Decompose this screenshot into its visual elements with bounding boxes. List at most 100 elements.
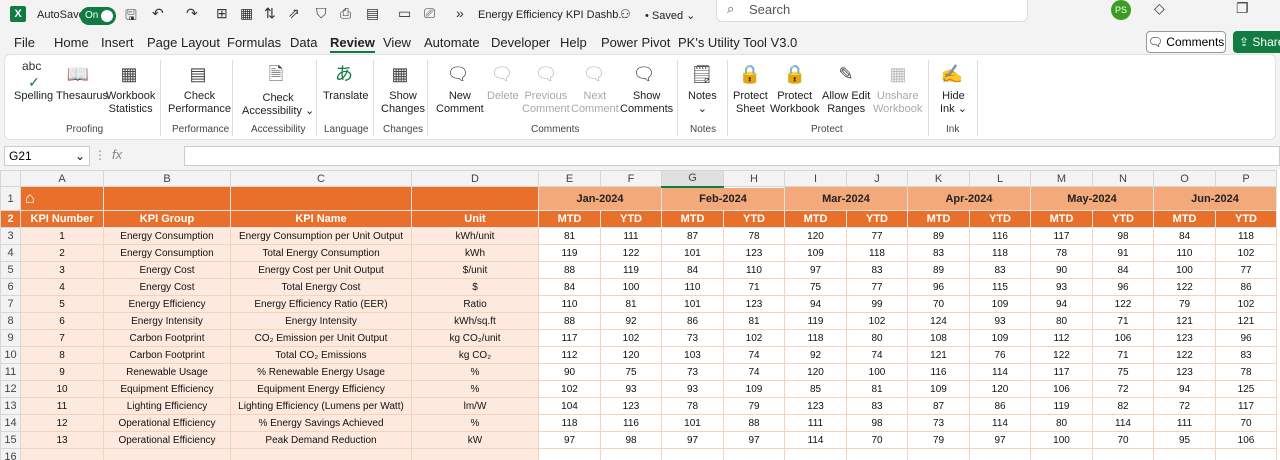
- mtd-cell[interactable]: 123: [784, 397, 847, 415]
- mtd-cell[interactable]: 117: [1030, 227, 1093, 245]
- borders-icon[interactable]: ⊞: [216, 5, 228, 22]
- kpi-name-cell[interactable]: Total Energy Cost: [230, 278, 412, 296]
- ytd-cell[interactable]: 74: [723, 363, 785, 381]
- row-header-4[interactable]: 4: [0, 244, 21, 262]
- ytd-cell[interactable]: 76: [969, 346, 1031, 364]
- mtd-cell[interactable]: 73: [907, 414, 970, 432]
- mtd-cell[interactable]: 121: [907, 346, 970, 364]
- table-icon[interactable]: ▦: [240, 5, 253, 22]
- mtd-cell[interactable]: 110: [538, 295, 601, 313]
- spelling-button[interactable]: Spelling: [14, 90, 53, 103]
- mtd-cell[interactable]: 84: [538, 278, 601, 296]
- ytd-cell[interactable]: 79: [723, 397, 785, 415]
- ytd-cell[interactable]: 109: [723, 380, 785, 398]
- column-header-b[interactable]: B: [103, 170, 231, 187]
- empty-cell[interactable]: [1030, 448, 1093, 460]
- unit-cell[interactable]: $/unit: [411, 261, 539, 279]
- unshare-workbook-button[interactable]: Unshare Workbook: [873, 90, 922, 116]
- mtd-cell[interactable]: 97: [661, 431, 724, 449]
- mtd-cell[interactable]: 72: [1153, 397, 1216, 415]
- mtd-cell[interactable]: 89: [907, 261, 970, 279]
- kpi-number-cell[interactable]: 9: [20, 363, 104, 381]
- ytd-cell[interactable]: 74: [846, 346, 908, 364]
- ytd-cell[interactable]: 121: [1215, 312, 1277, 330]
- kpi-group-cell[interactable]: Energy Cost: [103, 261, 231, 279]
- ytd-cell[interactable]: 106: [1092, 329, 1154, 347]
- new-comment-button[interactable]: New Comment: [436, 90, 484, 116]
- mtd-cell[interactable]: 87: [907, 397, 970, 415]
- mtd-cell[interactable]: 106: [1030, 380, 1093, 398]
- ytd-cell[interactable]: 102: [723, 329, 785, 347]
- kpi-number-cell[interactable]: 6: [20, 312, 104, 330]
- ytd-cell[interactable]: 123: [723, 244, 785, 262]
- ytd-cell[interactable]: 77: [846, 227, 908, 245]
- mtd-cell[interactable]: 78: [1030, 244, 1093, 262]
- mtd-cell[interactable]: 117: [1030, 363, 1093, 381]
- unit-cell[interactable]: kWh: [411, 244, 539, 262]
- ytd-cell[interactable]: 98: [600, 431, 662, 449]
- worksheet-table[interactable]: ABCDEFGHIJKLMNOP 1 ⌂ Jan-2024 Feb-2024 Mar-2…: [0, 170, 1277, 460]
- mtd-cell[interactable]: 122: [1030, 346, 1093, 364]
- ytd-cell[interactable]: 80: [846, 329, 908, 347]
- ytd-cell[interactable]: 117: [1215, 397, 1277, 415]
- row-header-14[interactable]: 14: [0, 414, 21, 432]
- ytd-cell[interactable]: 98: [1092, 227, 1154, 245]
- ytd-cell[interactable]: 83: [846, 397, 908, 415]
- empty-cell[interactable]: [600, 448, 662, 460]
- protect-workbook-button[interactable]: Protect Workbook: [770, 90, 819, 116]
- notes-button[interactable]: Notes ⌄: [688, 90, 717, 116]
- sort-icon[interactable]: ⇅: [264, 5, 276, 22]
- unit-cell[interactable]: Ratio: [411, 295, 539, 313]
- mtd-cell[interactable]: 111: [1153, 414, 1216, 432]
- mtd-cell[interactable]: 93: [661, 380, 724, 398]
- ytd-cell[interactable]: 88: [723, 414, 785, 432]
- ytd-cell[interactable]: 109: [969, 329, 1031, 347]
- show-comments-button[interactable]: Show Comments: [620, 90, 673, 116]
- unit-cell[interactable]: kWh/unit: [411, 227, 539, 245]
- mtd-cell[interactable]: 120: [784, 363, 847, 381]
- menu-view[interactable]: View: [383, 35, 411, 50]
- mtd-cell[interactable]: 114: [784, 431, 847, 449]
- mtd-header[interactable]: MTD: [661, 210, 724, 228]
- ytd-cell[interactable]: 111: [600, 227, 662, 245]
- ytd-cell[interactable]: 86: [969, 397, 1031, 415]
- mtd-cell[interactable]: 116: [907, 363, 970, 381]
- comments-button[interactable]: 🗨 Comments: [1146, 31, 1226, 53]
- screenshot-icon[interactable]: ⎚: [424, 5, 435, 22]
- mtd-cell[interactable]: 101: [661, 295, 724, 313]
- ytd-cell[interactable]: 83: [1215, 346, 1277, 364]
- menu-automate[interactable]: Automate: [424, 35, 480, 50]
- drag-handle-icon[interactable]: ⋮: [94, 148, 106, 162]
- search-box[interactable]: ⌕ Search: [716, 0, 1028, 22]
- filter-icon[interactable]: ⛉: [316, 5, 327, 22]
- ytd-cell[interactable]: 123: [600, 397, 662, 415]
- ytd-cell[interactable]: 92: [600, 312, 662, 330]
- mtd-cell[interactable]: 108: [907, 329, 970, 347]
- calculator-icon[interactable]: ▤: [366, 5, 379, 22]
- row-header-12[interactable]: 12: [0, 380, 21, 398]
- unit-cell[interactable]: %: [411, 363, 539, 381]
- ytd-cell[interactable]: 120: [969, 380, 1031, 398]
- row-header-11[interactable]: 11: [0, 363, 21, 381]
- mtd-cell[interactable]: 122: [1153, 278, 1216, 296]
- column-header-c[interactable]: C: [230, 170, 412, 187]
- kpi-group-cell[interactable]: Energy Efficiency: [103, 295, 231, 313]
- mtd-cell[interactable]: 84: [1153, 227, 1216, 245]
- kpi-number-cell[interactable]: 13: [20, 431, 104, 449]
- mtd-cell[interactable]: 88: [538, 312, 601, 330]
- previous-comment-button[interactable]: Previous Comment: [522, 90, 570, 116]
- ytd-cell[interactable]: 120: [600, 346, 662, 364]
- save-icon[interactable]: 🖫: [125, 5, 137, 29]
- mtd-cell[interactable]: 109: [907, 380, 970, 398]
- ytd-cell[interactable]: 122: [1092, 295, 1154, 313]
- kpi-group-cell[interactable]: Energy Cost: [103, 278, 231, 296]
- ytd-header[interactable]: YTD: [600, 210, 662, 228]
- mtd-cell[interactable]: 112: [538, 346, 601, 364]
- ytd-cell[interactable]: 98: [846, 414, 908, 432]
- ytd-cell[interactable]: 70: [846, 431, 908, 449]
- ytd-cell[interactable]: 102: [846, 312, 908, 330]
- row-header-7[interactable]: 7: [0, 295, 21, 313]
- ytd-cell[interactable]: 75: [1092, 363, 1154, 381]
- ytd-cell[interactable]: 84: [1092, 261, 1154, 279]
- row-header-3[interactable]: 3: [0, 227, 21, 245]
